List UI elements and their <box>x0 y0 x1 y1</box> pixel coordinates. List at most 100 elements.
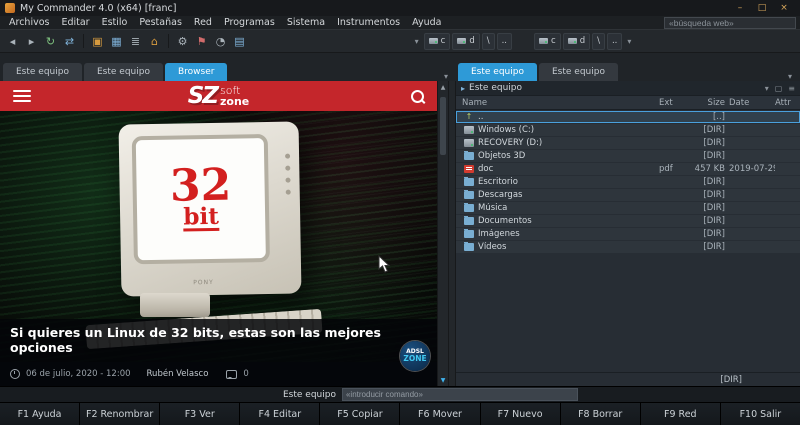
table-row[interactable]: Vídeos [DIR] <box>456 241 800 253</box>
chevron-down-icon[interactable]: ▾ <box>444 72 448 81</box>
table-row[interactable]: ↑.. [..] <box>456 111 800 123</box>
path-bar[interactable]: ▸ Este equipo ▾ ▢ ≡ <box>456 81 800 96</box>
list-view-icon[interactable]: ≣ <box>127 33 144 50</box>
file-rows: ↑.. [..] Windows (C:) [DIR] RECOVERY (D:… <box>456 110 800 254</box>
table-row[interactable]: Objetos 3D [DIR] <box>456 150 800 162</box>
root-button[interactable]: \ <box>481 32 495 50</box>
chevron-down-icon[interactable]: ▾ <box>624 37 634 46</box>
column-ext[interactable]: Ext <box>659 98 685 108</box>
forward-icon[interactable]: ▸ <box>23 33 40 50</box>
f5-copiar-button[interactable]: F5 Copiar <box>320 403 401 425</box>
table-row[interactable]: RECOVERY (D:) [DIR] <box>456 137 800 149</box>
column-size[interactable]: Size <box>685 98 729 108</box>
drive-icon <box>539 38 548 44</box>
parent-dir-button[interactable]: .. <box>496 32 512 50</box>
adslzone-badge[interactable]: ADSL ZONE <box>400 341 430 371</box>
drive-icon <box>464 139 474 147</box>
pane-splitter[interactable] <box>448 81 456 386</box>
table-row[interactable]: Escritorio [DIR] <box>456 176 800 188</box>
monitor-brand: PONY <box>193 278 214 287</box>
new-folder-icon[interactable]: ▣ <box>89 33 106 50</box>
menu-archivos[interactable]: Archivos <box>3 17 55 28</box>
table-row[interactable]: Imágenes [DIR] <box>456 228 800 240</box>
menu-editar[interactable]: Editar <box>55 17 95 28</box>
tab-este-equipo-1[interactable]: Este equipo <box>3 63 82 81</box>
drive-d-button[interactable]: d <box>562 32 591 50</box>
settings-icon[interactable]: ⚙ <box>174 33 191 50</box>
tab-este-equipo-3[interactable]: Este equipo <box>458 63 537 81</box>
maximize-button[interactable]: □ <box>751 1 773 15</box>
f7-nuevo-button[interactable]: F7 Nuevo <box>480 403 561 425</box>
f9-red-button[interactable]: F9 Red <box>640 403 721 425</box>
table-row[interactable]: Descargas [DIR] <box>456 189 800 201</box>
root-button[interactable]: \ <box>592 32 605 50</box>
back-icon[interactable]: ◂ <box>4 33 21 50</box>
menu-programas[interactable]: Programas <box>218 17 281 28</box>
comments-count[interactable]: 0 <box>243 369 248 379</box>
menu-pestanas[interactable]: Pestañas <box>133 17 188 28</box>
table-row[interactable]: doc pdf 457 KB 2019-07-29 18:46 <box>456 163 800 175</box>
grid-view-icon[interactable]: ▦ <box>108 33 125 50</box>
drive-c-button[interactable]: c <box>534 32 561 50</box>
menu-instrumentos[interactable]: Instrumentos <box>331 17 406 28</box>
home-icon[interactable]: ⌂ <box>146 33 163 50</box>
f6-mover-button[interactable]: F6 Mover <box>400 403 481 425</box>
drive-icon <box>464 126 474 134</box>
drive-icon <box>428 38 438 44</box>
table-row[interactable]: Windows (C:) [DIR] <box>456 124 800 136</box>
hamburger-menu-icon[interactable] <box>13 90 31 102</box>
comments-icon[interactable] <box>226 369 238 379</box>
tab-este-equipo-4[interactable]: Este equipo <box>538 63 618 81</box>
close-button[interactable]: × <box>773 1 795 15</box>
f4-editar-button[interactable]: F4 Editar <box>240 403 321 425</box>
minimize-button[interactable]: – <box>729 1 751 15</box>
article-author[interactable]: Rubén Velasco <box>147 369 209 379</box>
scrollbar-thumb[interactable] <box>440 97 446 155</box>
f10-salir-button[interactable]: F10 Salir <box>720 403 800 425</box>
softzone-logo[interactable]: SZ soft zone <box>188 84 250 108</box>
menu-ayuda[interactable]: Ayuda <box>406 17 447 28</box>
f2-renombrar-button[interactable]: F2 Renombrar <box>80 403 161 425</box>
column-date[interactable]: Date <box>729 98 775 108</box>
tab-este-equipo-2[interactable]: Este equipo <box>83 63 163 81</box>
swap-panes-icon[interactable]: ⇄ <box>61 33 78 50</box>
menu-icon[interactable]: ≡ <box>788 84 795 93</box>
parent-dir-button[interactable]: .. <box>606 32 623 50</box>
table-row[interactable]: Documentos [DIR] <box>456 215 800 227</box>
article-meta-bar: 06 de julio, 2020 - 12:00 Rubén Velasco … <box>0 362 437 386</box>
clock-icon[interactable]: ◔ <box>212 33 229 50</box>
menu-sistema[interactable]: Sistema <box>281 17 331 28</box>
f3-ver-button[interactable]: F3 Ver <box>160 403 241 425</box>
browser-scrollbar[interactable]: ▲ ▼ <box>437 81 448 386</box>
table-row[interactable]: Música [DIR] <box>456 202 800 214</box>
folder-icon <box>464 216 474 225</box>
refresh-icon[interactable]: ↻ <box>42 33 59 50</box>
column-attr[interactable]: Attr <box>775 98 800 108</box>
f1-ayuda-button[interactable]: F1 Ayuda <box>0 403 81 425</box>
scroll-down-icon[interactable]: ▼ <box>438 374 448 386</box>
search-icon[interactable] <box>411 89 424 103</box>
chevron-down-icon[interactable]: ▾ <box>765 84 769 93</box>
chevron-down-icon[interactable]: ▾ <box>412 37 422 46</box>
command-input[interactable] <box>341 388 578 401</box>
web-search-input[interactable] <box>664 16 796 29</box>
window-box-icon[interactable]: ▢ <box>775 84 783 93</box>
article-headline[interactable]: Si quieres un Linux de 32 bits, estas so… <box>0 319 437 362</box>
left-pane-tabs: Este equipo Este equipo Browser ▾ <box>0 62 456 81</box>
tab-browser[interactable]: Browser <box>164 63 228 81</box>
scrollbar-track[interactable] <box>438 93 448 374</box>
file-list-empty-area[interactable] <box>456 254 800 372</box>
column-name[interactable]: Name <box>456 98 659 108</box>
drive-c-button[interactable]: c <box>423 32 451 50</box>
f8-borrar-button[interactable]: F8 Borrar <box>560 403 641 425</box>
drive-icon[interactable]: ▤ <box>231 33 248 50</box>
menu-red[interactable]: Red <box>188 17 218 28</box>
right-drive-bar: c d \ .. ▾ <box>534 32 634 50</box>
scroll-up-icon[interactable]: ▲ <box>438 81 448 93</box>
tab-row: Este equipo Este equipo Browser ▾ Este e… <box>0 53 800 81</box>
drive-d-button[interactable]: d <box>452 32 480 50</box>
menu-estilo[interactable]: Estilo <box>96 17 134 28</box>
chevron-down-icon[interactable]: ▾ <box>788 72 792 81</box>
folder-icon <box>464 242 474 251</box>
flag-icon[interactable]: ⚑ <box>193 33 210 50</box>
